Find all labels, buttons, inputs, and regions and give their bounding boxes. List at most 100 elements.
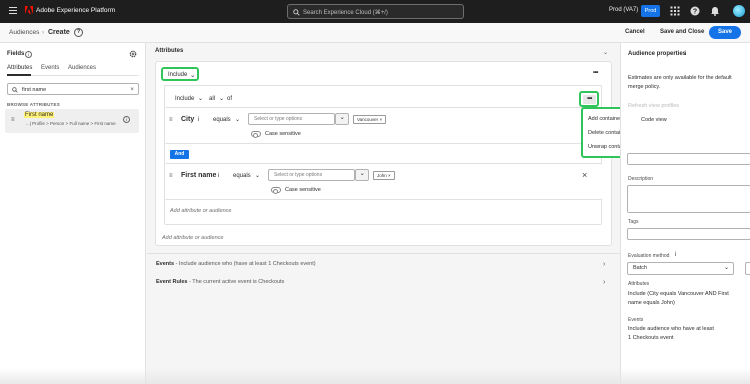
attributes-summary-line-1: Include (City equals Vancouver AND First bbox=[628, 291, 729, 297]
chevron-down-icon: ⌄ bbox=[219, 96, 225, 102]
combobox-toggle[interactable]: ⌄ bbox=[355, 169, 369, 181]
page-header: Audiences › Create ? Cancel Save and Clo… bbox=[0, 23, 750, 43]
breadcrumb-audiences[interactable]: Audiences bbox=[9, 29, 39, 36]
user-avatar[interactable] bbox=[733, 5, 745, 17]
value-tag-label: Vancouver bbox=[357, 116, 379, 122]
tab-attributes[interactable]: Attributes bbox=[7, 65, 32, 71]
attribute-name: First name bbox=[24, 112, 55, 118]
properties-title: Audience properties bbox=[628, 51, 687, 57]
case-sensitive-label: Case sensitive bbox=[265, 131, 301, 137]
more-options-icon[interactable]: ••• bbox=[593, 70, 598, 76]
estimate-note-line-1: Estimates are only available for the def… bbox=[628, 75, 732, 81]
menu-item-add-container[interactable]: Add container bbox=[588, 116, 622, 122]
value-combobox[interactable]: Select or type options bbox=[248, 113, 335, 125]
description-input[interactable] bbox=[627, 185, 750, 213]
help-icon[interactable]: ? bbox=[690, 6, 700, 16]
chevron-down-icon: ⌄ bbox=[723, 265, 729, 271]
event-rules-bar-title: Event Rules bbox=[156, 279, 188, 285]
chevron-down-icon[interactable]: ⌄ bbox=[603, 49, 608, 56]
close-icon[interactable]: × bbox=[582, 170, 587, 180]
code-view-link[interactable]: Code view bbox=[641, 116, 667, 125]
attributes-section-title: Attributes bbox=[155, 48, 184, 54]
attribute-path: ...| Profile > Person > Full name > Firs… bbox=[26, 121, 116, 126]
events-bar-summary: - Include audience who (have at least 1 … bbox=[174, 261, 316, 267]
browse-attributes-label: BROWSE ATTRIBUTES bbox=[7, 102, 60, 107]
drag-handle-icon[interactable]: ≡ bbox=[169, 173, 173, 179]
rule-row-city: ≡ City i equals ⌄ Select or type options… bbox=[165, 107, 602, 144]
tags-input[interactable] bbox=[627, 228, 750, 240]
info-icon[interactable]: i bbox=[218, 173, 219, 179]
case-sensitive-toggle[interactable] bbox=[271, 187, 281, 194]
case-sensitive-toggle[interactable] bbox=[251, 131, 261, 138]
rule-container: Include ⌄ all ⌄ of ≡ City i equals ⌄ Sel… bbox=[164, 85, 602, 225]
audience-name-input[interactable] bbox=[627, 153, 750, 165]
chevron-down-icon: ⌄ bbox=[198, 96, 204, 102]
adobe-logo-icon bbox=[25, 6, 33, 14]
chevron-down-icon: ⌄ bbox=[235, 117, 241, 123]
chevron-down-icon: ⌄ bbox=[255, 173, 261, 179]
gear-icon[interactable] bbox=[129, 50, 137, 58]
save-and-close-button[interactable]: Save and Close bbox=[660, 26, 704, 39]
chevron-right-icon[interactable]: › bbox=[603, 279, 605, 286]
value-tag[interactable]: John × bbox=[373, 170, 395, 180]
combobox-toggle[interactable]: ⌄ bbox=[335, 113, 349, 125]
rule-field-name: City bbox=[181, 116, 195, 123]
attributes-summary-label: Attributes bbox=[628, 281, 650, 287]
org-switcher[interactable]: Prod (VA7) bbox=[609, 7, 638, 13]
events-summary-label: Events bbox=[628, 317, 644, 323]
apps-grid-icon[interactable] bbox=[670, 6, 680, 16]
search-placeholder: Search Experience Cloud (⌘+/) bbox=[303, 9, 388, 16]
sandbox-badge[interactable]: Prod bbox=[641, 5, 660, 17]
refresh-profiles-link[interactable]: Refresh view profiles bbox=[628, 103, 679, 109]
tab-events[interactable]: Events bbox=[41, 65, 59, 71]
operator-dropdown[interactable]: equals bbox=[213, 117, 231, 123]
value-tag-label: John bbox=[377, 172, 387, 178]
help-icon[interactable]: ? bbox=[74, 28, 83, 37]
active-tab-indicator bbox=[7, 74, 31, 76]
menu-icon[interactable] bbox=[9, 7, 17, 16]
info-icon[interactable]: i bbox=[675, 252, 676, 258]
clear-icon[interactable]: × bbox=[130, 86, 134, 93]
event-rules-section-bar[interactable]: Event Rules - The current active event i… bbox=[147, 273, 620, 298]
value-combobox[interactable]: Select or type options bbox=[268, 169, 355, 181]
value-tag[interactable]: Vancouver × bbox=[353, 114, 387, 124]
case-sensitive-label: Case sensitive bbox=[285, 187, 321, 193]
container-include-dropdown[interactable]: Include bbox=[175, 96, 194, 102]
search-value: first name bbox=[22, 86, 47, 93]
container-more-button[interactable]: ••• bbox=[579, 91, 599, 107]
info-icon[interactable]: i bbox=[25, 50, 32, 58]
svg-text:?: ? bbox=[693, 9, 697, 16]
fields-title: Fields bbox=[7, 51, 25, 57]
include-dropdown[interactable]: Include ⌄ bbox=[161, 67, 199, 81]
evaluation-method-select[interactable]: Batch ⌄ bbox=[627, 262, 734, 275]
field-search-input[interactable]: first name × bbox=[7, 83, 139, 95]
rule-field-name: First name bbox=[181, 172, 217, 179]
tab-audiences[interactable]: Audiences bbox=[68, 65, 96, 71]
evaluation-side-button[interactable] bbox=[745, 262, 750, 275]
info-icon[interactable]: i bbox=[123, 116, 130, 123]
of-label: of bbox=[227, 96, 233, 102]
global-search[interactable]: Search Experience Cloud (⌘+/) bbox=[287, 4, 464, 19]
operator-dropdown[interactable]: equals bbox=[233, 173, 251, 179]
events-summary-line-2: 1 Checkouts event bbox=[628, 335, 674, 341]
bottom-fade bbox=[0, 368, 750, 384]
top-bar: Adobe Experience Platform Search Experie… bbox=[0, 0, 750, 23]
cancel-button[interactable]: Cancel bbox=[625, 26, 645, 39]
info-icon[interactable]: i bbox=[198, 117, 199, 123]
save-button[interactable]: Save bbox=[709, 26, 741, 39]
evaluation-method-label: Evaluation method bbox=[628, 253, 670, 259]
search-icon bbox=[293, 8, 300, 16]
container-all-dropdown[interactable]: all bbox=[209, 96, 215, 102]
add-attribute-outer[interactable]: Add attribute or audience bbox=[162, 235, 223, 241]
add-attribute-inner[interactable]: Add attribute or audience bbox=[170, 208, 231, 214]
notification-bell-icon[interactable] bbox=[710, 6, 720, 16]
info-icon[interactable]: i bbox=[685, 51, 686, 57]
attribute-result-item[interactable]: ≡ First name ...| Profile > Person > Ful… bbox=[5, 109, 139, 133]
drag-handle-icon[interactable]: ≡ bbox=[169, 117, 173, 123]
chevron-right-icon[interactable]: › bbox=[603, 261, 605, 268]
and-operator[interactable]: And bbox=[170, 150, 189, 159]
more-options-icon: ••• bbox=[583, 95, 596, 104]
drag-handle-icon[interactable]: ≡ bbox=[11, 117, 15, 123]
breadcrumb-separator-icon: › bbox=[42, 29, 45, 36]
evaluation-method-value: Batch bbox=[633, 265, 648, 271]
